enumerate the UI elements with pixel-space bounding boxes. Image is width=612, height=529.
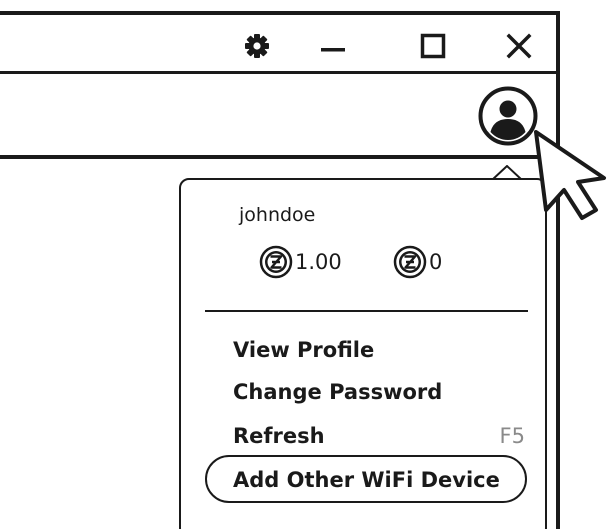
window-top-border: [0, 11, 560, 15]
app-window: johndoe 1.00 0 View Profile Change Passw…: [0, 0, 612, 529]
username-label: johndoe: [239, 204, 316, 226]
titlebar-divider: [0, 71, 560, 74]
view-profile-item[interactable]: View Profile: [233, 338, 374, 362]
add-other-wifi-device-label: Add Other WiFi Device: [233, 468, 500, 492]
maximize-icon[interactable]: [420, 33, 446, 59]
refresh-item-label: Refresh: [233, 424, 325, 448]
user-avatar-icon[interactable]: [478, 86, 538, 146]
menu-divider: [205, 310, 528, 312]
balance-primary: 1.00: [259, 244, 342, 280]
gear-icon[interactable]: [244, 33, 270, 59]
close-icon[interactable]: [506, 33, 532, 59]
mouse-pointer-icon: [534, 130, 606, 220]
change-password-item[interactable]: Change Password: [233, 380, 442, 404]
balance-secondary-value: 0: [429, 250, 443, 274]
z-coin-icon: [259, 245, 293, 279]
minimize-icon[interactable]: [320, 36, 346, 58]
toolbar-divider: [0, 155, 560, 159]
account-dropdown-menu: johndoe 1.00 0 View Profile Change Passw…: [179, 178, 547, 529]
add-other-wifi-device-item[interactable]: Add Other WiFi Device: [205, 455, 527, 503]
z-coin-icon: [393, 245, 427, 279]
balance-secondary: 0: [393, 244, 442, 280]
window-right-border: [556, 11, 560, 529]
refresh-item[interactable]: Refresh F5: [233, 424, 525, 448]
refresh-shortcut: F5: [499, 424, 525, 448]
balance-primary-value: 1.00: [295, 250, 342, 274]
